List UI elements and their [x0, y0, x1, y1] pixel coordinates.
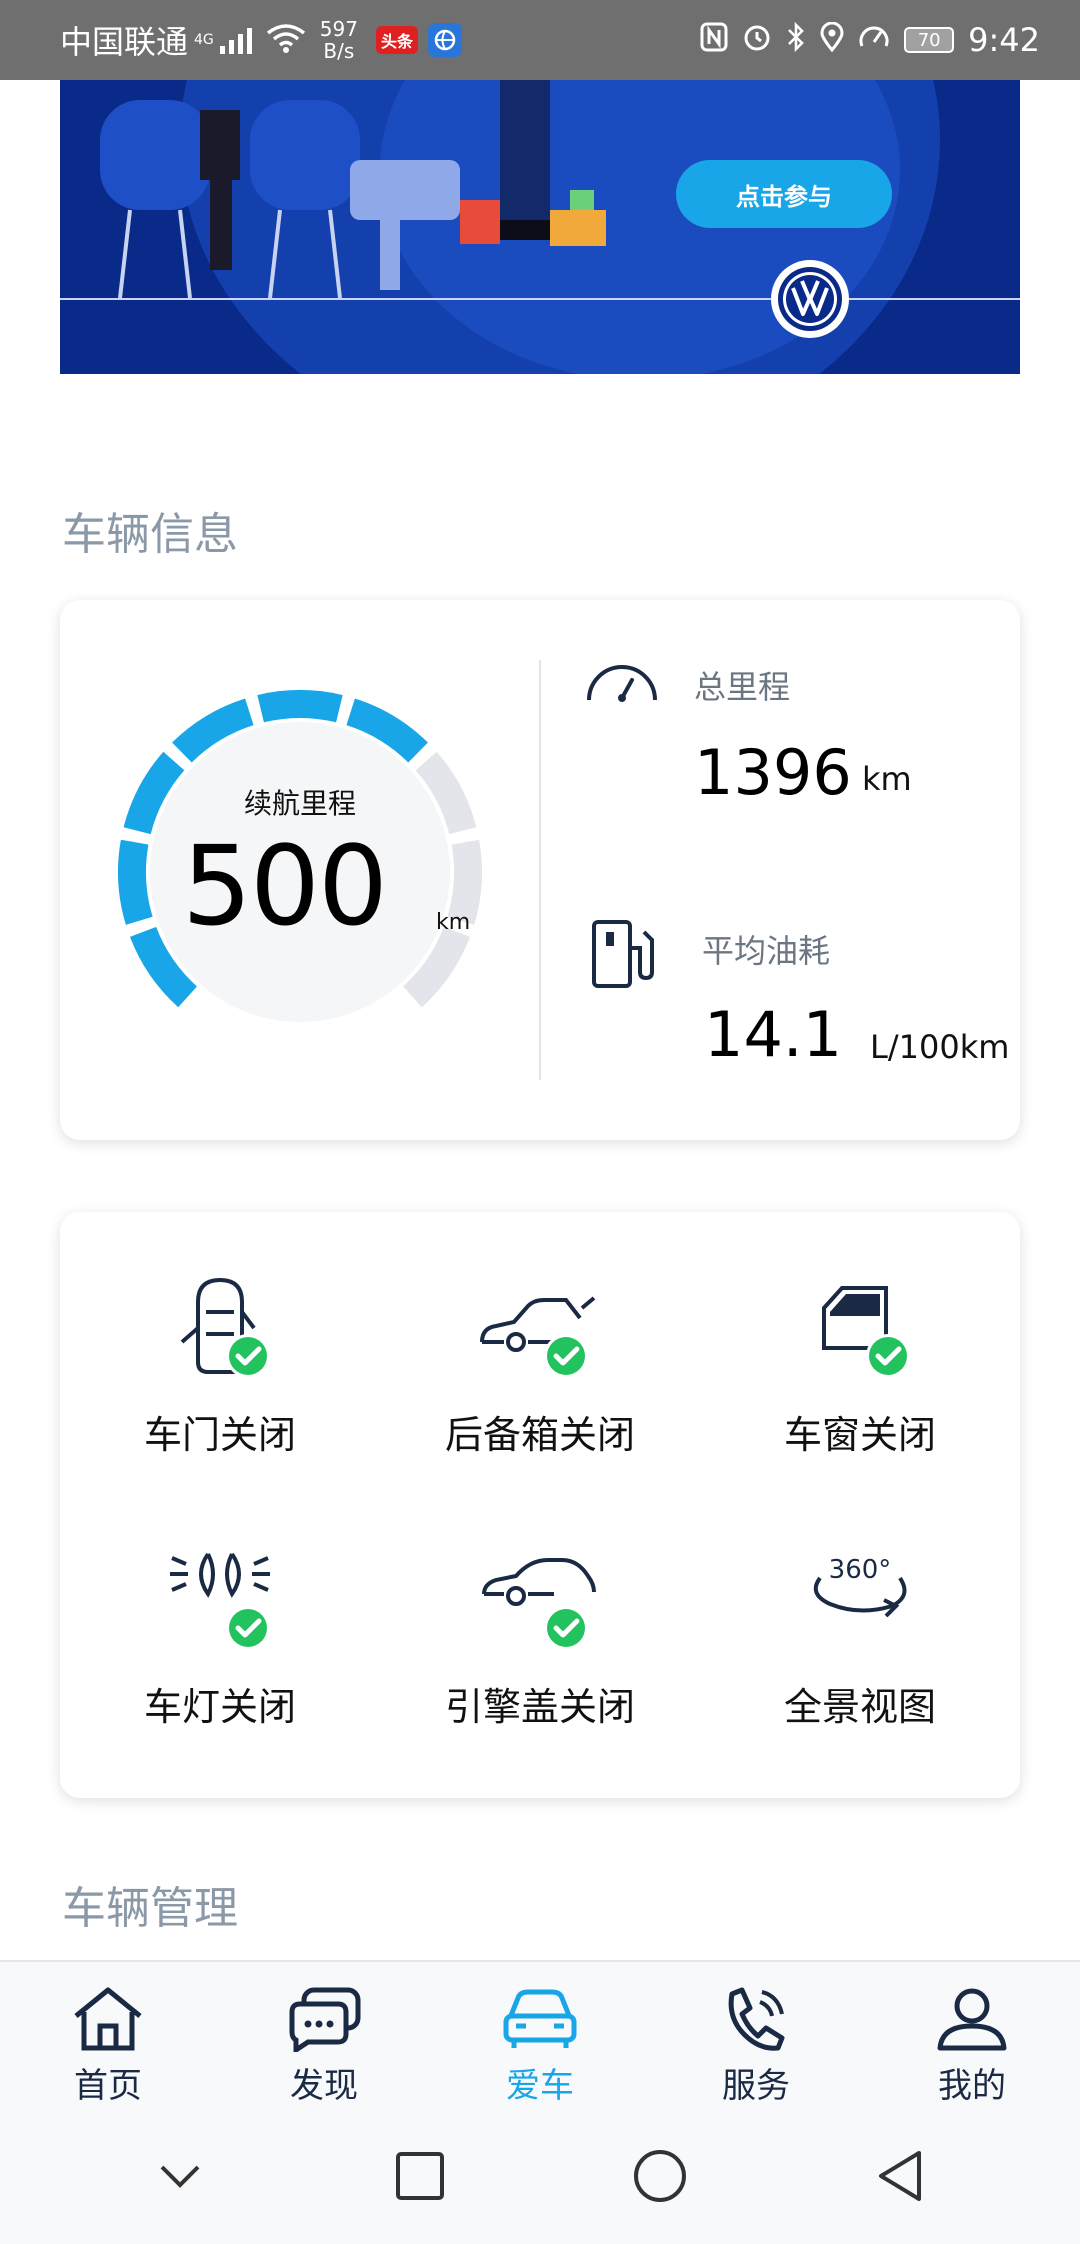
tab-home[interactable]: 首页 — [0, 1962, 216, 2108]
hood-icon — [482, 1558, 596, 1650]
door-status-label: 车门关闭 — [143, 1413, 296, 1457]
status-icons: 70 9:42 — [700, 21, 1040, 59]
tab-my-car-label: 爱车 — [506, 2066, 574, 2106]
collapse-button[interactable] — [140, 2136, 220, 2216]
tab-service-label: 服务 — [722, 2066, 790, 2106]
bottom-nav: 首页 发现 爱车 服务 我的 — [0, 1960, 1080, 2108]
tab-profile-label: 我的 — [938, 2066, 1006, 2106]
banner-illustration — [100, 80, 606, 299]
panorama-view[interactable]: 360° 全景视图 — [710, 1544, 1010, 1731]
app-notification-icon — [427, 23, 462, 57]
odometer-value: 1396 — [694, 736, 852, 809]
range-unit: km — [436, 910, 471, 935]
hood-status-label: 引擎盖关闭 — [444, 1685, 635, 1729]
speedometer-status-icon — [858, 22, 890, 59]
circle-icon — [634, 2150, 686, 2202]
speed-unit: B/s — [323, 39, 355, 63]
banner-divider-line — [60, 298, 1020, 300]
fuel-consumption-value: 14.1 — [704, 998, 843, 1071]
tab-my-car[interactable]: 爱车 — [432, 1962, 648, 2108]
trunk-status-label: 后备箱关闭 — [444, 1413, 635, 1457]
tab-discover[interactable]: 发现 — [216, 1962, 432, 2108]
360-view-icon: 360° — [813, 1555, 907, 1618]
phone-icon — [728, 1987, 785, 2051]
fuel-pump-icon — [592, 920, 654, 988]
light-status[interactable]: 车灯关闭 — [70, 1544, 370, 1731]
panorama-view-label: 全景视图 — [783, 1685, 936, 1729]
battery-icon: 70 — [904, 27, 955, 53]
range-label: 续航里程 — [243, 787, 356, 820]
360-text: 360° — [829, 1555, 892, 1585]
vehicle-info-card: 续航里程 500 km 总里程 1396 km 平均油耗 14.1 L/100k… — [60, 600, 1020, 1140]
profile-icon — [937, 1988, 1007, 2051]
window-status[interactable]: 车窗关闭 — [710, 1272, 1010, 1459]
tab-discover-label: 发现 — [290, 2066, 358, 2106]
nfc-icon — [700, 22, 728, 59]
tab-service[interactable]: 服务 — [648, 1962, 864, 2108]
status-bar: 中国联通 4G 597 B/s 头条 70 9:42 — [0, 0, 1080, 80]
gauge-segment-active — [257, 690, 343, 723]
vehicle-status-card: 车门关闭 后备箱关闭 车窗关闭 车灯关闭 引擎盖关闭 360° 全景视图 — [60, 1212, 1020, 1798]
recents-button[interactable] — [380, 2136, 460, 2216]
vehicle-info-title: 车辆信息 — [62, 509, 238, 560]
system-nav-bar — [0, 2108, 1080, 2244]
range-gauge[interactable]: 续航里程 500 km — [110, 682, 490, 1062]
speedometer-icon — [587, 665, 657, 702]
promo-banner[interactable]: 点击参与 — [60, 80, 1020, 374]
vehicle-management-title: 车辆管理 — [62, 1883, 238, 1934]
odometer-unit: km — [862, 760, 912, 798]
chevron-down-icon — [160, 2165, 200, 2188]
speed-value: 597 — [319, 17, 358, 41]
door-status[interactable]: 车门关闭 — [70, 1272, 370, 1459]
range-value: 500 — [182, 822, 388, 950]
back-triangle-icon — [879, 2151, 921, 2201]
home-button[interactable] — [620, 2136, 700, 2216]
hood-status[interactable]: 引擎盖关闭 — [390, 1544, 690, 1731]
info-divider — [539, 660, 541, 1080]
vw-logo — [771, 260, 849, 338]
light-status-label: 车灯关闭 — [143, 1685, 296, 1729]
wifi-icon — [266, 23, 306, 57]
network-speed: 597 B/s — [320, 18, 358, 62]
trunk-status[interactable]: 后备箱关闭 — [390, 1272, 690, 1459]
chat-icon — [289, 1987, 361, 2052]
window-icon — [822, 1286, 910, 1378]
fuel-consumption-unit: L/100km — [870, 1028, 1010, 1066]
bluetooth-icon — [786, 21, 806, 59]
trunk-icon — [480, 1296, 596, 1378]
car-icon — [503, 1989, 577, 2048]
square-icon — [396, 2152, 444, 2200]
alarm-icon — [742, 22, 772, 59]
signal-icon — [219, 26, 252, 54]
gauge-segment-active — [117, 839, 153, 925]
clock: 9:42 — [968, 21, 1040, 59]
odometer-label: 总里程 — [694, 668, 791, 706]
headlight-icon — [170, 1552, 270, 1650]
back-button[interactable] — [860, 2136, 940, 2216]
app-notification-badge: 头条 — [375, 26, 418, 54]
join-button[interactable]: 点击参与 — [676, 160, 892, 228]
location-icon — [820, 21, 844, 59]
home-icon — [74, 1987, 142, 2051]
tab-profile[interactable]: 我的 — [864, 1962, 1080, 2108]
fuel-consumption-label: 平均油耗 — [702, 932, 831, 970]
network-type: 4G — [194, 32, 214, 48]
carrier-name: 中国联通 — [60, 23, 189, 61]
window-status-label: 车窗关闭 — [783, 1413, 936, 1457]
tab-home-label: 首页 — [74, 2066, 142, 2106]
car-door-icon — [180, 1277, 270, 1378]
